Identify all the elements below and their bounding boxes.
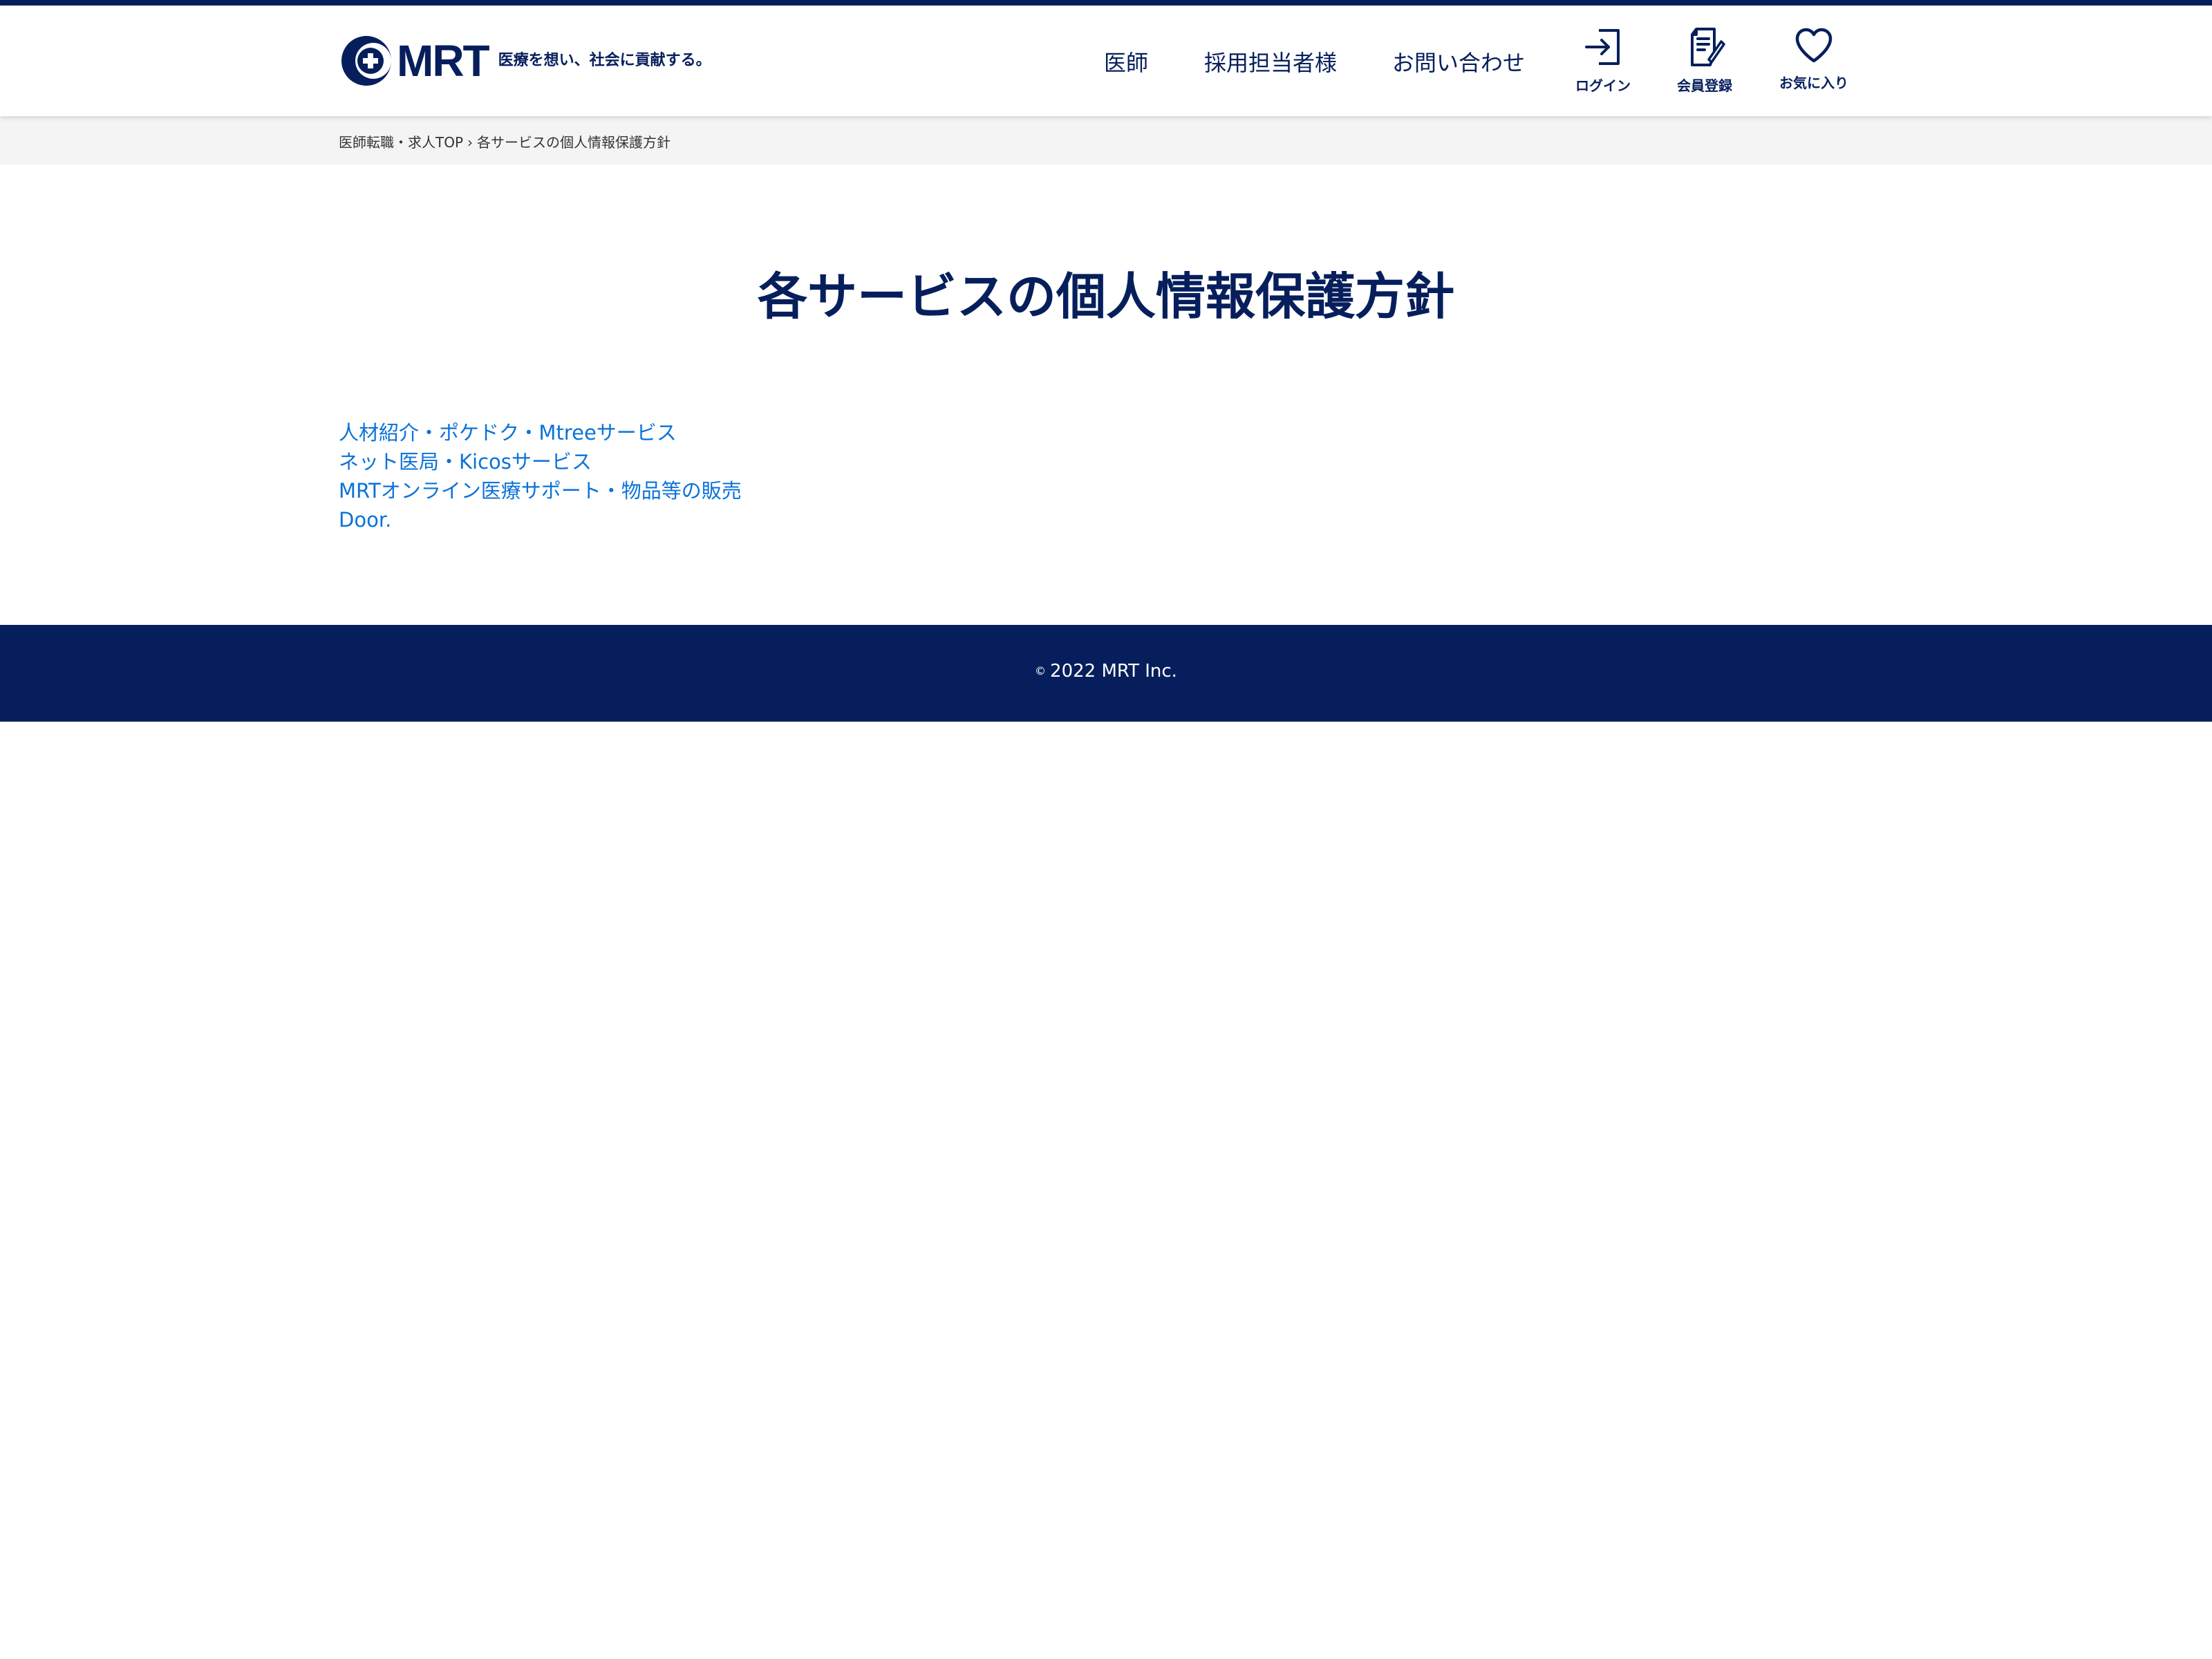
service-link-netikyoku[interactable]: ネット医局・Kicosサービス — [339, 450, 592, 474]
favorites-button[interactable]: お気に入り — [1765, 26, 1862, 102]
breadcrumb-current: 各サービスの個人情報保護方針 — [477, 134, 671, 151]
site-footer: © 2022 MRT Inc. — [0, 625, 2212, 722]
site-logo-link[interactable]: MRT 医療を想い、社会に貢献する。 — [339, 33, 711, 88]
logo-text: MRT — [397, 36, 490, 86]
breadcrumb-home-link[interactable]: 医師転職・求人TOP — [339, 134, 463, 151]
login-button[interactable]: ログイン — [1555, 26, 1651, 102]
login-icon — [1585, 29, 1620, 65]
top-accent-stripe — [0, 0, 2212, 6]
breadcrumb-separator: › — [467, 134, 474, 151]
copyright: © 2022 MRT Inc. — [0, 661, 2212, 682]
list-item: Door. — [339, 505, 742, 534]
register-icon — [1691, 28, 1725, 66]
register-label: 会員登録 — [1677, 77, 1732, 94]
service-link-online-support[interactable]: MRTオンライン医療サポート・物品等の販売 — [339, 479, 742, 503]
register-button[interactable]: 会員登録 — [1656, 26, 1753, 102]
nav-recruiter[interactable]: 採用担当者様 — [1204, 46, 1337, 77]
copyright-text: 2022 MRT Inc. — [1050, 661, 1177, 682]
service-link-door[interactable]: Door. — [339, 508, 391, 532]
logo-tagline: 医療を想い、社会に貢献する。 — [498, 52, 711, 69]
login-label: ログイン — [1575, 77, 1631, 94]
service-policy-list: 人材紹介・ポケドク・Mtreeサービス ネット医局・Kicosサービス MRTオ… — [339, 418, 742, 534]
heart-icon — [1795, 28, 1833, 63]
copyright-mark: © — [1035, 664, 1047, 677]
favorites-label: お気に入り — [1779, 75, 1848, 91]
nav-doctor[interactable]: 医師 — [1104, 46, 1148, 77]
list-item: 人材紹介・ポケドク・Mtreeサービス — [339, 418, 742, 447]
list-item: MRTオンライン医療サポート・物品等の販売 — [339, 476, 742, 505]
breadcrumb: 医師転職・求人TOP › 各サービスの個人情報保護方針 — [339, 131, 671, 151]
nav-contact[interactable]: お問い合わせ — [1392, 46, 1525, 77]
breadcrumb-bar: 医師転職・求人TOP › 各サービスの個人情報保護方針 — [0, 116, 2212, 165]
mrt-logo-icon — [341, 36, 391, 86]
service-link-jinzai[interactable]: 人材紹介・ポケドク・Mtreeサービス — [339, 421, 677, 444]
site-header: MRT 医療を想い、社会に貢献する。 医師 採用担当者様 お問い合わせ ログイン… — [0, 6, 2212, 116]
page-title: 各サービスの個人情報保護方針 — [757, 268, 1454, 326]
list-item: ネット医局・Kicosサービス — [339, 447, 742, 476]
